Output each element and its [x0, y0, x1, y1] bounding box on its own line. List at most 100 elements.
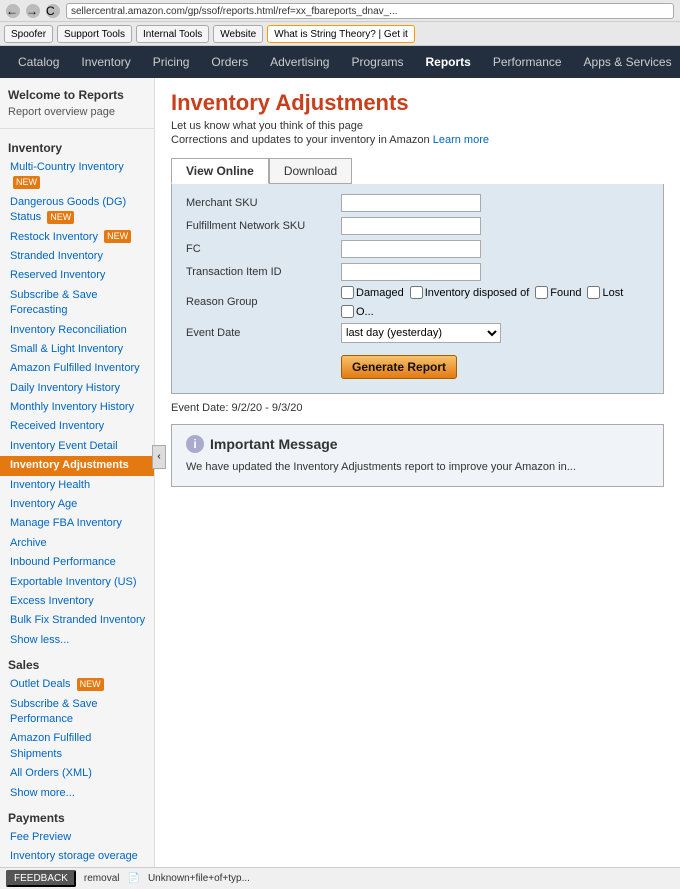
reason-group-checkboxes: Damaged Inventory disposed of Found Lost… — [341, 286, 649, 318]
sidebar-link-received[interactable]: Received Inventory — [0, 417, 154, 436]
merchant-sku-input[interactable] — [341, 194, 481, 212]
sidebar-section-sales: Sales — [0, 650, 154, 675]
sidebar-link-age[interactable]: Inventory Age — [0, 495, 154, 514]
sidebar-link-outlet-deals[interactable]: Outlet Deals NEW — [0, 675, 154, 694]
nav-pricing[interactable]: Pricing — [143, 49, 200, 75]
sidebar-link-stranded[interactable]: Stranded Inventory — [0, 247, 154, 266]
sidebar-link-small-light[interactable]: Small & Light Inventory — [0, 340, 154, 359]
sidebar-link-restock[interactable]: Restock Inventory NEW — [0, 228, 154, 247]
fc-label: FC — [186, 243, 341, 255]
sidebar-header: Welcome to Reports — [0, 84, 154, 104]
internal-tools-button[interactable]: Internal Tools — [136, 25, 209, 43]
sidebar-link-multi-country[interactable]: Multi-Country Inventory NEW — [0, 158, 154, 193]
sidebar-link-event-detail[interactable]: Inventory Event Detail — [0, 437, 154, 456]
sidebar-link-inbound-perf[interactable]: Inbound Performance — [0, 553, 154, 572]
sidebar-collapse-handle[interactable]: ‹ — [152, 445, 166, 469]
fulfillment-sku-label: Fulfillment Network SKU — [186, 220, 341, 232]
removal-label: removal — [84, 873, 120, 884]
sidebar-link-subscribe-forecasting[interactable]: Subscribe & Save Forecasting — [0, 286, 154, 321]
nav-catalog[interactable]: Catalog — [8, 49, 69, 75]
main-content: Inventory Adjustments Let us know what y… — [155, 78, 680, 889]
website-button[interactable]: Website — [213, 25, 263, 43]
fulfillment-sku-row: Fulfillment Network SKU — [186, 217, 649, 235]
nav-advertising[interactable]: Advertising — [260, 49, 339, 75]
fc-input[interactable] — [341, 240, 481, 258]
nav-programs[interactable]: Programs — [341, 49, 413, 75]
form-area: Merchant SKU Fulfillment Network SKU FC … — [171, 184, 664, 394]
support-tools-button[interactable]: Support Tools — [57, 25, 132, 43]
sidebar-link-reconciliation[interactable]: Inventory Reconciliation — [0, 321, 154, 340]
sidebar-link-adjustments[interactable]: Inventory Adjustments — [0, 456, 154, 475]
message-text: We have updated the Inventory Adjustment… — [186, 459, 649, 476]
sidebar-link-excess[interactable]: Excess Inventory — [0, 592, 154, 611]
other-checkbox-label[interactable]: O... — [341, 305, 374, 318]
transaction-id-input[interactable] — [341, 263, 481, 281]
info-icon: i — [186, 435, 204, 453]
nav-orders[interactable]: Orders — [201, 49, 258, 75]
damaged-checkbox-label[interactable]: Damaged — [341, 286, 404, 299]
generate-report-button[interactable]: Generate Report — [341, 355, 457, 379]
reason-group-row: Reason Group Damaged Inventory disposed … — [186, 286, 649, 318]
file-icon: 📄 — [127, 873, 139, 884]
page-title: Inventory Adjustments — [171, 90, 664, 116]
page-description: Corrections and updates to your inventor… — [171, 134, 664, 146]
sidebar-link-bulk-fix[interactable]: Bulk Fix Stranded Inventory — [0, 611, 154, 630]
sidebar-link-all-orders-xml[interactable]: All Orders (XML) — [0, 764, 154, 783]
sidebar-link-fee-preview[interactable]: Fee Preview — [0, 828, 154, 847]
sidebar-link-archive[interactable]: Archive — [0, 534, 154, 553]
sidebar-link-monthly-history[interactable]: Monthly Inventory History — [0, 398, 154, 417]
found-checkbox[interactable] — [535, 286, 548, 299]
important-message-box: i Important Message We have updated the … — [171, 424, 664, 487]
event-date-select[interactable]: last day (yesterday) — [341, 323, 501, 343]
reason-group-label: Reason Group — [186, 296, 341, 308]
nav-performance[interactable]: Performance — [483, 49, 572, 75]
sidebar-link-daily-history[interactable]: Daily Inventory History — [0, 379, 154, 398]
spoofer-button[interactable]: Spoofer — [4, 25, 53, 43]
damaged-checkbox[interactable] — [341, 286, 354, 299]
sidebar-link-manage-fba[interactable]: Manage FBA Inventory — [0, 514, 154, 533]
sidebar-link-exportable[interactable]: Exportable Inventory (US) — [0, 573, 154, 592]
disposed-checkbox-label[interactable]: Inventory disposed of — [410, 286, 530, 299]
sidebar-link-amazon-fulfilled[interactable]: Amazon Fulfilled Inventory — [0, 359, 154, 378]
sidebar-link-subscribe-perf[interactable]: Subscribe & Save Performance — [0, 695, 154, 730]
transaction-id-row: Transaction Item ID — [186, 263, 649, 281]
sidebar: Welcome to Reports Report overview page … — [0, 78, 155, 889]
lost-checkbox-label[interactable]: Lost — [587, 286, 623, 299]
feedback-button[interactable]: FEEDBACK — [6, 870, 76, 887]
nav-inventory[interactable]: Inventory — [71, 49, 140, 75]
page-layout: Welcome to Reports Report overview page … — [0, 78, 680, 889]
sidebar-section-payments: Payments — [0, 803, 154, 828]
sidebar-link-health[interactable]: Inventory Health — [0, 476, 154, 495]
toolbar: Spoofer Support Tools Internal Tools Web… — [0, 22, 680, 46]
found-checkbox-label[interactable]: Found — [535, 286, 581, 299]
learn-more-link[interactable]: Learn more — [433, 134, 489, 146]
event-date-label: Event Date — [186, 327, 341, 339]
browser-back[interactable]: ← — [6, 4, 20, 18]
file-label: Unknown+file+of+typ... — [148, 873, 250, 884]
status-bar: FEEDBACK removal 📄 Unknown+file+of+typ..… — [0, 867, 680, 889]
tab-download[interactable]: Download — [269, 158, 352, 184]
sidebar-section-inventory: Inventory — [0, 133, 154, 158]
address-bar[interactable]: sellercentral.amazon.com/gp/ssof/reports… — [66, 3, 674, 19]
browser-forward[interactable]: → — [26, 4, 40, 18]
browser-refresh[interactable]: C — [46, 4, 60, 18]
message-title: i Important Message — [186, 435, 649, 453]
sidebar-link-reserved[interactable]: Reserved Inventory — [0, 266, 154, 285]
fulfillment-sku-input[interactable] — [341, 217, 481, 235]
disposed-checkbox[interactable] — [410, 286, 423, 299]
sidebar-link-dg-status[interactable]: Dangerous Goods (DG) Status NEW — [0, 193, 154, 228]
merchant-sku-label: Merchant SKU — [186, 197, 341, 209]
merchant-sku-row: Merchant SKU — [186, 194, 649, 212]
transaction-id-label: Transaction Item ID — [186, 266, 341, 278]
sidebar-link-fulfilled-shipments[interactable]: Amazon Fulfilled Shipments — [0, 729, 154, 764]
other-checkbox[interactable] — [341, 305, 354, 318]
tab-view-online[interactable]: View Online — [171, 158, 269, 184]
string-theory-button[interactable]: What is String Theory? | Get it — [267, 25, 415, 43]
nav-bar: Catalog Inventory Pricing Orders Adverti… — [0, 46, 680, 78]
nav-apps-services[interactable]: Apps & Services — [574, 49, 680, 75]
sidebar-link-show-less[interactable]: Show less... — [0, 631, 154, 650]
lost-checkbox[interactable] — [587, 286, 600, 299]
nav-reports[interactable]: Reports — [416, 49, 481, 75]
sidebar-link-sales-show-more[interactable]: Show more... — [0, 784, 154, 803]
fc-row: FC — [186, 240, 649, 258]
